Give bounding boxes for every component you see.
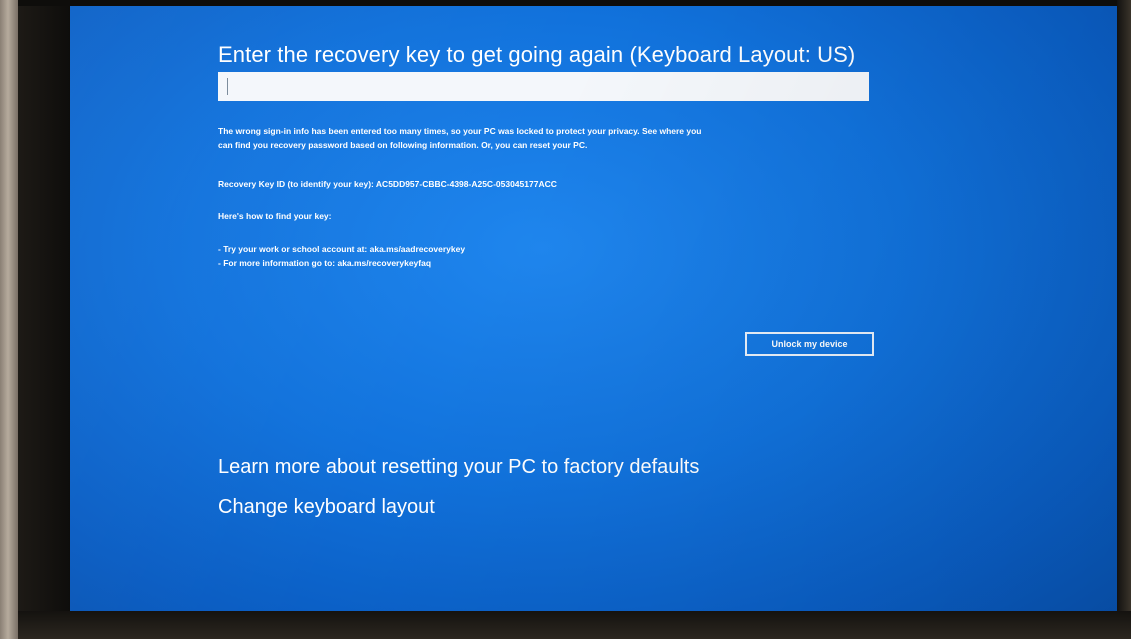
lockout-message: The wrong sign-in info has been entered … — [218, 124, 702, 152]
background-wall — [0, 0, 20, 639]
monitor-bezel-right — [1117, 0, 1131, 639]
tip-more-information: - For more information go to: aka.ms/rec… — [218, 258, 432, 268]
change-keyboard-layout-link[interactable]: Change keyboard layout — [218, 496, 435, 519]
recovery-key-input[interactable] — [218, 72, 869, 101]
tips-list: - Try your work or school account at: ak… — [218, 242, 465, 270]
lockout-message-line-2: can find you recovery password based on … — [218, 140, 588, 150]
text-caret — [227, 78, 228, 95]
reset-pc-link[interactable]: Learn more about resetting your PC to fa… — [218, 456, 699, 479]
photo-frame: Enter the recovery key to get going agai… — [0, 0, 1131, 639]
recovery-key-id: Recovery Key ID (to identify your key): … — [218, 179, 557, 189]
bitlocker-recovery-screen: Enter the recovery key to get going agai… — [70, 6, 1117, 611]
page-title: Enter the recovery key to get going agai… — [218, 42, 856, 67]
monitor-bezel-left — [18, 0, 70, 639]
lockout-message-line-1: The wrong sign-in info has been entered … — [218, 126, 702, 136]
unlock-device-button[interactable]: Unlock my device — [745, 332, 874, 356]
how-to-heading: Here's how to find your key: — [218, 211, 332, 221]
monitor-bezel-bottom — [18, 611, 1131, 639]
tip-work-school-account: - Try your work or school account at: ak… — [218, 244, 466, 254]
